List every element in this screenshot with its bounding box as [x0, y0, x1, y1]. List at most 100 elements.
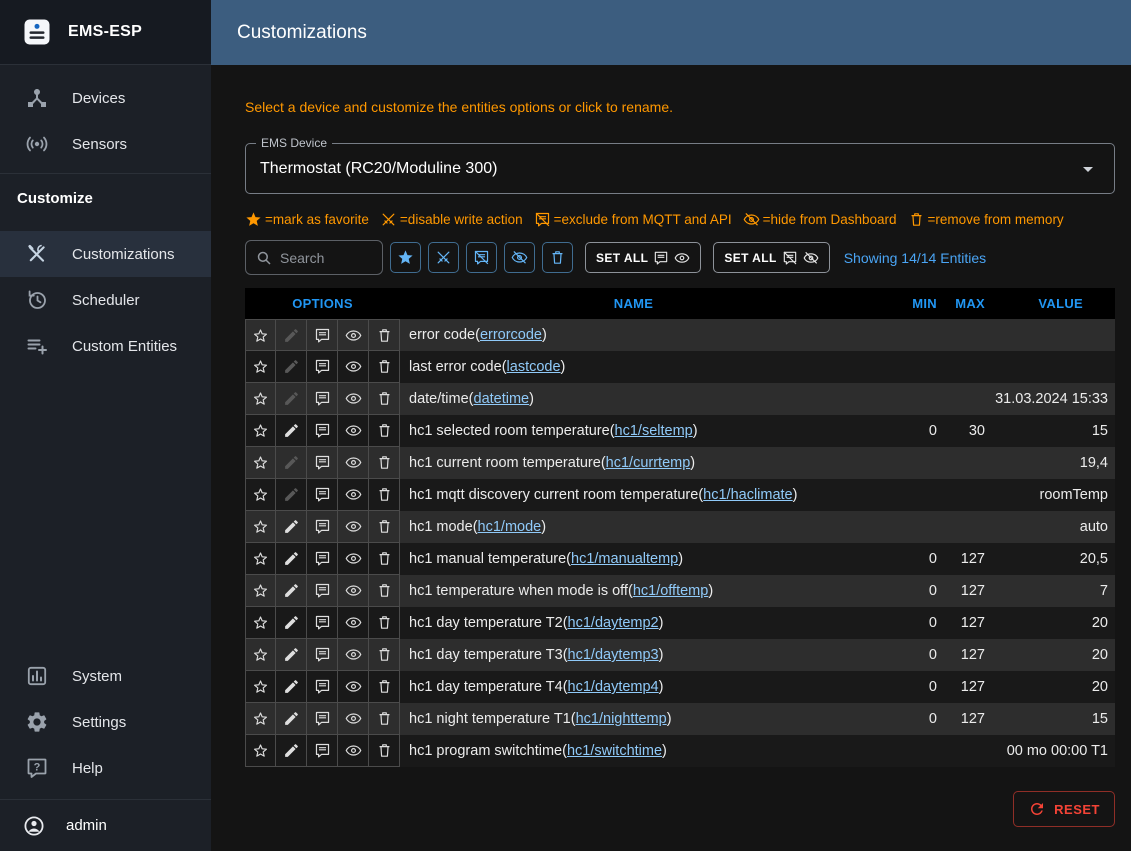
- visibility-eye-button[interactable]: [345, 646, 362, 663]
- edit-pencil-button[interactable]: [283, 550, 300, 567]
- entity-shortname-link[interactable]: hc1/daytemp4: [568, 679, 659, 695]
- entity-name[interactable]: hc1 mqtt discovery current room temperat…: [400, 479, 867, 511]
- table-row[interactable]: hc1 mqtt discovery current room temperat…: [245, 479, 1115, 511]
- edit-pencil-button[interactable]: [283, 422, 300, 439]
- entity-name[interactable]: hc1 day temperature T3 (hc1/daytemp3): [400, 639, 867, 671]
- filter-favorite-button[interactable]: [390, 242, 421, 273]
- visibility-eye-button[interactable]: [345, 582, 362, 599]
- visibility-eye-button[interactable]: [345, 518, 362, 535]
- entity-shortname-link[interactable]: hc1/nighttemp: [576, 711, 667, 727]
- table-row[interactable]: hc1 selected room temperature (hc1/selte…: [245, 415, 1115, 447]
- entity-shortname-link[interactable]: hc1/offtemp: [633, 583, 709, 599]
- mqtt-comment-button[interactable]: [314, 486, 331, 503]
- mqtt-comment-button[interactable]: [314, 518, 331, 535]
- delete-trash-button[interactable]: [376, 327, 393, 344]
- sidebar-item-custom-entities[interactable]: Custom Entities: [0, 323, 211, 369]
- favorite-star-button[interactable]: [252, 390, 269, 407]
- entity-shortname-link[interactable]: lastcode: [507, 359, 561, 375]
- entity-shortname-link[interactable]: hc1/switchtime: [567, 743, 662, 759]
- filter-hide-dashboard-button[interactable]: [504, 242, 535, 273]
- visibility-eye-button[interactable]: [345, 742, 362, 759]
- edit-pencil-button[interactable]: [283, 358, 300, 375]
- edit-pencil-button[interactable]: [283, 614, 300, 631]
- mqtt-comment-button[interactable]: [314, 646, 331, 663]
- mqtt-comment-button[interactable]: [314, 710, 331, 727]
- visibility-eye-button[interactable]: [345, 454, 362, 471]
- table-row[interactable]: hc1 temperature when mode is off (hc1/of…: [245, 575, 1115, 607]
- mqtt-comment-button[interactable]: [314, 550, 331, 567]
- visibility-eye-button[interactable]: [345, 358, 362, 375]
- reset-button[interactable]: RESET: [1013, 791, 1115, 827]
- sidebar-item-system[interactable]: System: [0, 653, 211, 699]
- edit-pencil-button[interactable]: [283, 646, 300, 663]
- delete-trash-button[interactable]: [376, 518, 393, 535]
- entity-name[interactable]: error code (errorcode): [400, 319, 867, 351]
- set-all-hidden-button[interactable]: SET ALL: [713, 242, 829, 273]
- filter-remove-memory-button[interactable]: [542, 242, 573, 273]
- entity-name[interactable]: hc1 selected room temperature (hc1/selte…: [400, 415, 867, 447]
- entity-shortname-link[interactable]: hc1/mode: [478, 519, 542, 535]
- sidebar-item-sensors[interactable]: Sensors: [0, 121, 211, 167]
- favorite-star-button[interactable]: [252, 582, 269, 599]
- entity-shortname-link[interactable]: hc1/daytemp3: [568, 647, 659, 663]
- visibility-eye-button[interactable]: [345, 486, 362, 503]
- table-row[interactable]: hc1 day temperature T2 (hc1/daytemp2) 0 …: [245, 607, 1115, 639]
- filter-exclude-mqtt-button[interactable]: [466, 242, 497, 273]
- table-row[interactable]: hc1 manual temperature (hc1/manualtemp) …: [245, 543, 1115, 575]
- edit-pencil-button[interactable]: [283, 454, 300, 471]
- edit-pencil-button[interactable]: [283, 327, 300, 344]
- delete-trash-button[interactable]: [376, 390, 393, 407]
- delete-trash-button[interactable]: [376, 358, 393, 375]
- edit-pencil-button[interactable]: [283, 518, 300, 535]
- visibility-eye-button[interactable]: [345, 390, 362, 407]
- visibility-eye-button[interactable]: [345, 614, 362, 631]
- delete-trash-button[interactable]: [376, 614, 393, 631]
- delete-trash-button[interactable]: [376, 454, 393, 471]
- edit-pencil-button[interactable]: [283, 582, 300, 599]
- visibility-eye-button[interactable]: [345, 550, 362, 567]
- edit-pencil-button[interactable]: [283, 390, 300, 407]
- entity-shortname-link[interactable]: errorcode: [480, 327, 542, 343]
- mqtt-comment-button[interactable]: [314, 582, 331, 599]
- edit-pencil-button[interactable]: [283, 486, 300, 503]
- entity-shortname-link[interactable]: hc1/haclimate: [703, 487, 792, 503]
- edit-pencil-button[interactable]: [283, 742, 300, 759]
- entity-shortname-link[interactable]: hc1/manualtemp: [571, 551, 678, 567]
- entity-shortname-link[interactable]: datetime: [474, 391, 530, 407]
- favorite-star-button[interactable]: [252, 358, 269, 375]
- favorite-star-button[interactable]: [252, 614, 269, 631]
- favorite-star-button[interactable]: [252, 742, 269, 759]
- entity-name[interactable]: last error code (lastcode): [400, 351, 867, 383]
- edit-pencil-button[interactable]: [283, 678, 300, 695]
- mqtt-comment-button[interactable]: [314, 390, 331, 407]
- entity-shortname-link[interactable]: hc1/currtemp: [606, 455, 691, 471]
- delete-trash-button[interactable]: [376, 742, 393, 759]
- ems-device-select[interactable]: EMS Device Thermostat (RC20/Moduline 300…: [245, 143, 1115, 194]
- entity-name[interactable]: hc1 night temperature T1 (hc1/nighttemp): [400, 703, 867, 735]
- favorite-star-button[interactable]: [252, 518, 269, 535]
- favorite-star-button[interactable]: [252, 327, 269, 344]
- entity-shortname-link[interactable]: hc1/daytemp2: [568, 615, 659, 631]
- table-row[interactable]: error code (errorcode): [245, 319, 1115, 351]
- visibility-eye-button[interactable]: [345, 422, 362, 439]
- table-row[interactable]: hc1 day temperature T3 (hc1/daytemp3) 0 …: [245, 639, 1115, 671]
- visibility-eye-button[interactable]: [345, 327, 362, 344]
- table-row[interactable]: hc1 program switchtime (hc1/switchtime) …: [245, 735, 1115, 767]
- filter-disable-write-button[interactable]: [428, 242, 459, 273]
- entity-name[interactable]: hc1 manual temperature (hc1/manualtemp): [400, 543, 867, 575]
- table-row[interactable]: hc1 day temperature T4 (hc1/daytemp4) 0 …: [245, 671, 1115, 703]
- entity-name[interactable]: hc1 day temperature T2 (hc1/daytemp2): [400, 607, 867, 639]
- mqtt-comment-button[interactable]: [314, 678, 331, 695]
- table-row[interactable]: last error code (lastcode): [245, 351, 1115, 383]
- mqtt-comment-button[interactable]: [314, 422, 331, 439]
- favorite-star-button[interactable]: [252, 454, 269, 471]
- table-row[interactable]: hc1 night temperature T1 (hc1/nighttemp)…: [245, 703, 1115, 735]
- delete-trash-button[interactable]: [376, 582, 393, 599]
- mqtt-comment-button[interactable]: [314, 327, 331, 344]
- sidebar-user[interactable]: admin: [0, 799, 211, 851]
- visibility-eye-button[interactable]: [345, 678, 362, 695]
- sidebar-item-customizations[interactable]: Customizations: [0, 231, 211, 277]
- delete-trash-button[interactable]: [376, 678, 393, 695]
- favorite-star-button[interactable]: [252, 646, 269, 663]
- table-row[interactable]: hc1 mode (hc1/mode) auto: [245, 511, 1115, 543]
